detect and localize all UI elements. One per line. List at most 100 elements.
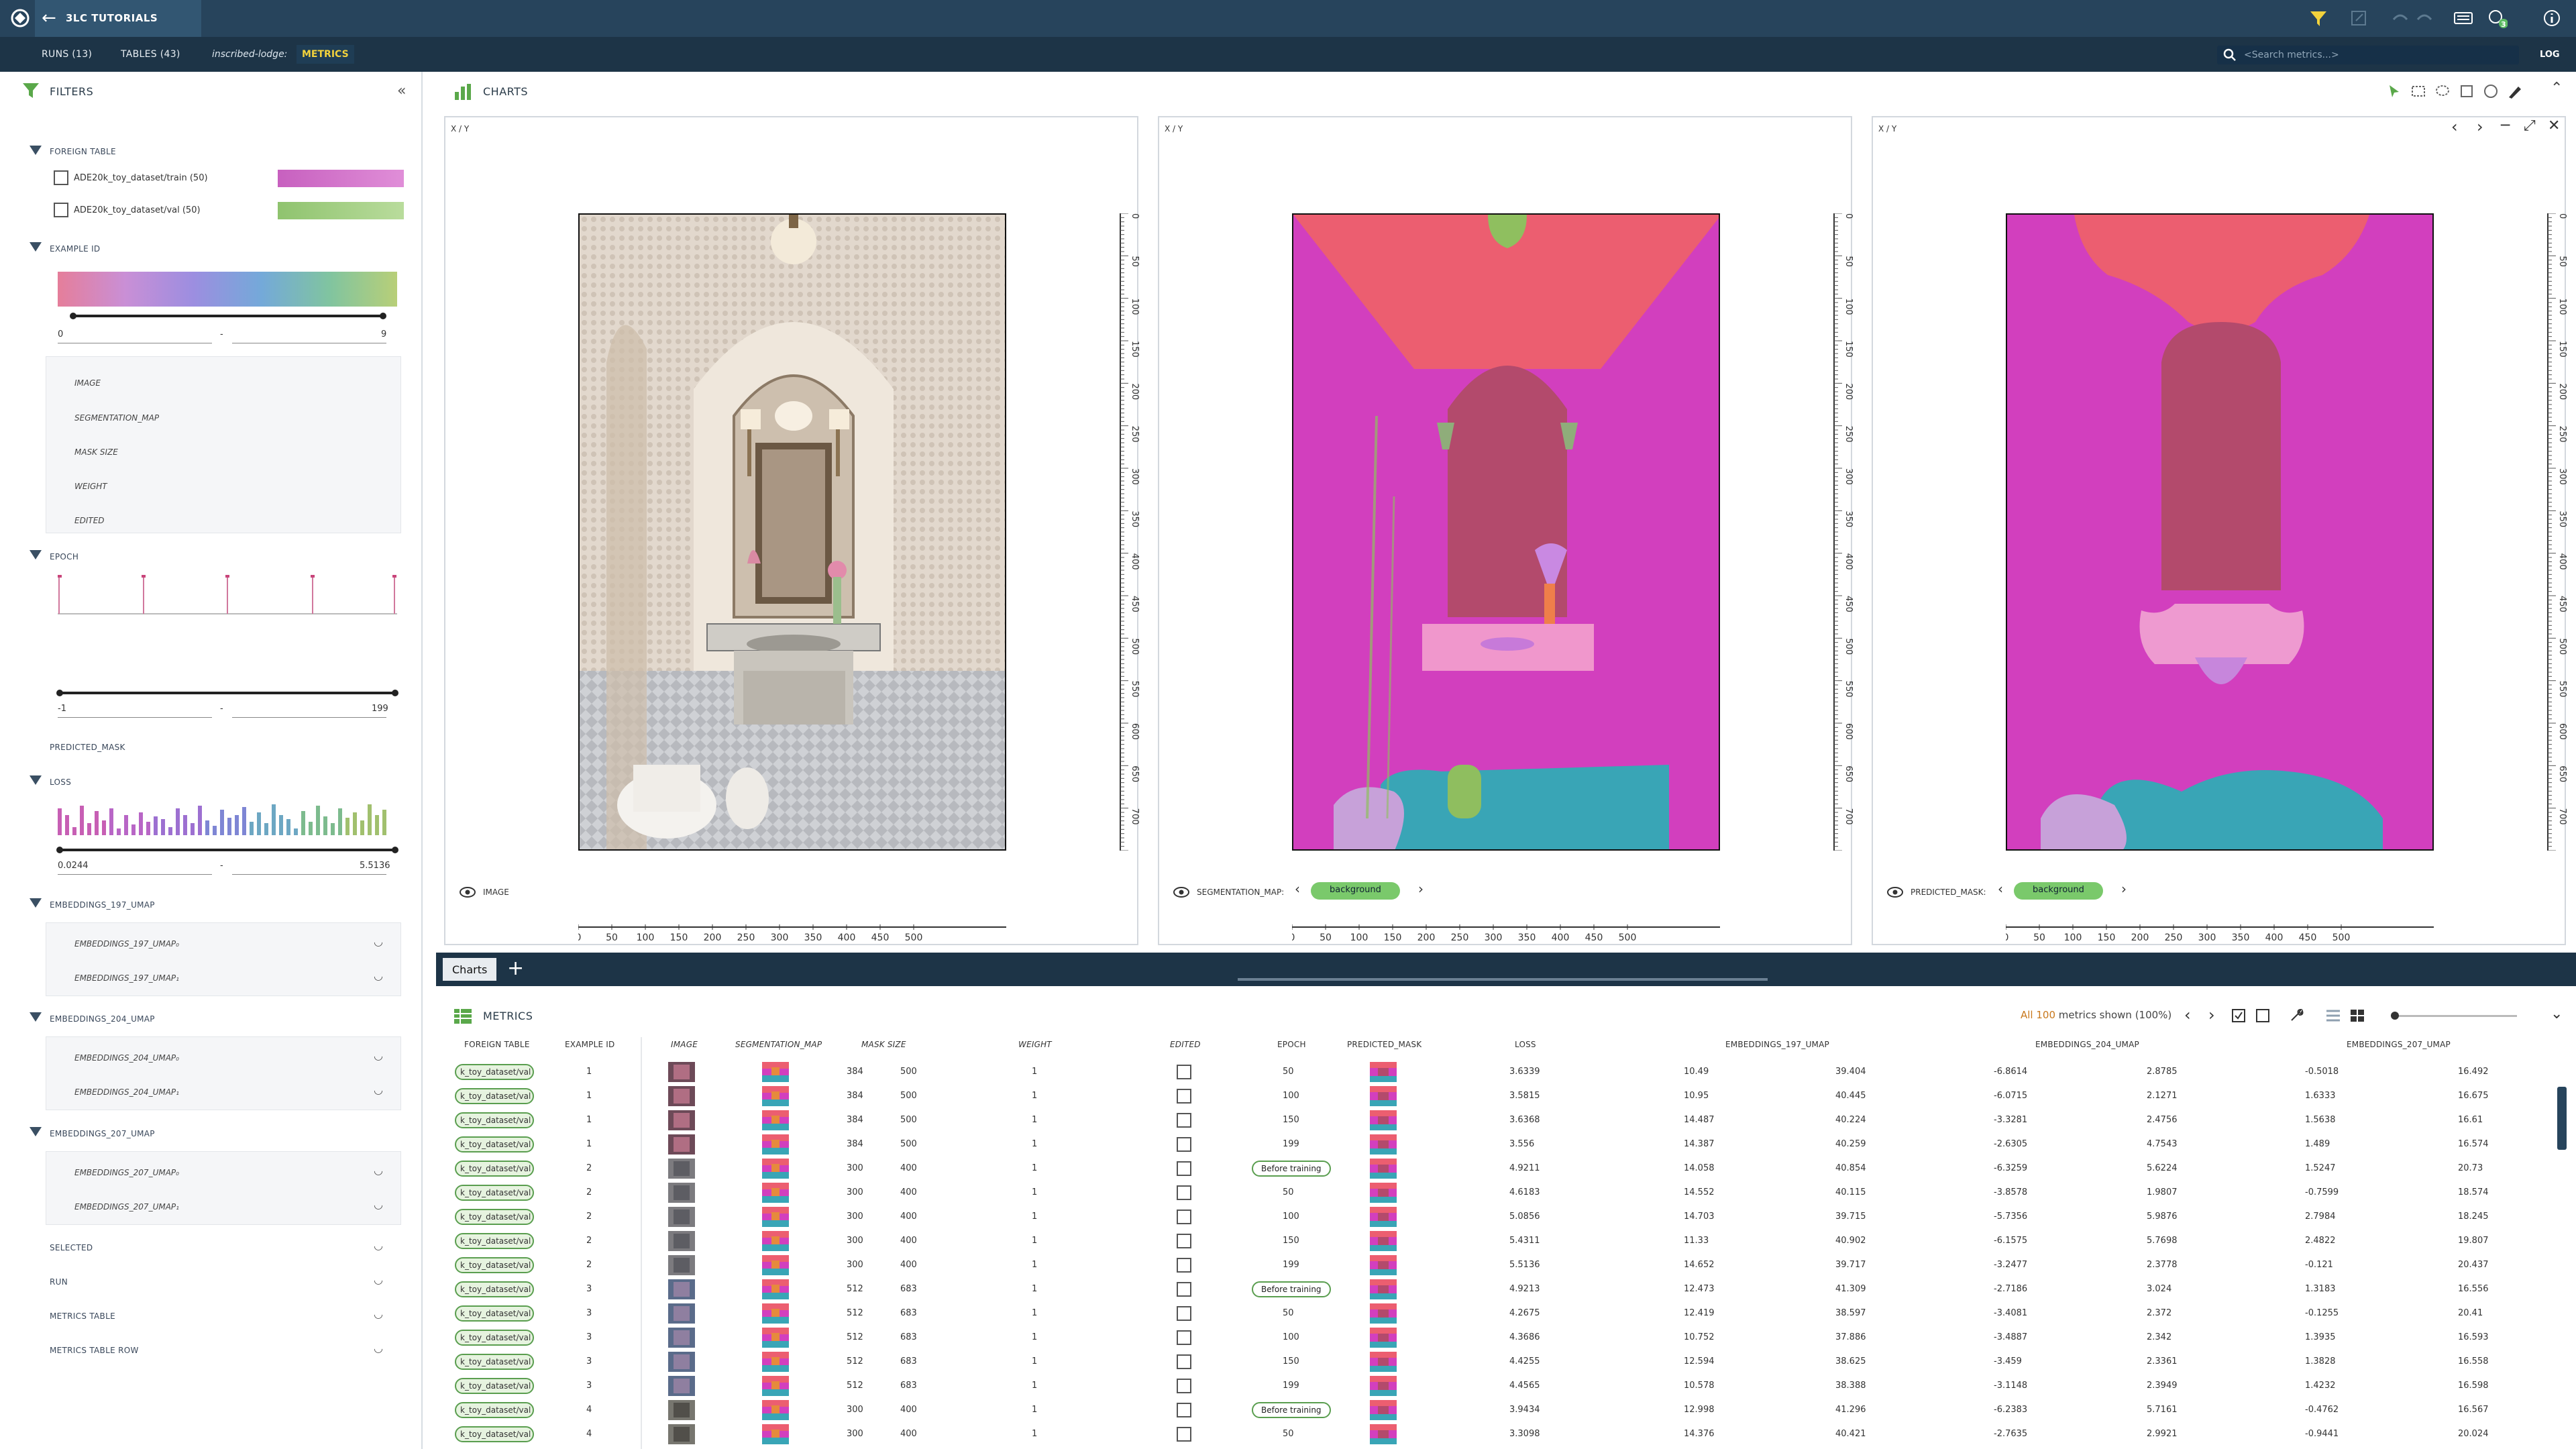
class-pill[interactable]: background: [2014, 882, 2103, 900]
list-view-icon[interactable]: [2325, 1008, 2341, 1023]
epoch-slider-max-handle[interactable]: [392, 690, 398, 696]
maximize-icon[interactable]: ⤢: [2524, 117, 2536, 134]
table-row[interactable]: k_toy_dataset/val 2 300 400 1 150 5.4311 11.33 4…: [443, 1229, 2549, 1253]
edited-checkbox[interactable]: [1177, 1354, 1191, 1369]
image-thumbnail[interactable]: [668, 1183, 695, 1203]
project-name[interactable]: 3LC TUTORIALS: [66, 12, 158, 24]
edited-checkbox[interactable]: [1177, 1330, 1191, 1345]
edited-checkbox[interactable]: [1177, 1113, 1191, 1128]
segmentation-map-thumbnail[interactable]: [762, 1086, 789, 1106]
zoom-slider-handle[interactable]: [2391, 1012, 2399, 1020]
minimize-icon[interactable]: ─: [2501, 117, 2510, 134]
edited-checkbox[interactable]: [1177, 1234, 1191, 1248]
undo-icon[interactable]: [2390, 7, 2411, 29]
image-thumbnail[interactable]: [668, 1134, 695, 1155]
example-id-slider-track[interactable]: [72, 315, 382, 317]
metrics-table-filter-label[interactable]: METRICS TABLE: [50, 1311, 115, 1321]
segmentation-map-thumbnail[interactable]: [762, 1062, 789, 1082]
log-button[interactable]: LOG: [2540, 50, 2560, 60]
metrics-table-row-filter-label[interactable]: METRICS TABLE ROW: [50, 1346, 139, 1355]
table-row[interactable]: k_toy_dataset/val 2 300 400 1 199 5.5136 14.652…: [443, 1253, 2549, 1277]
example-id-min-value[interactable]: 0: [58, 329, 63, 339]
foreign-table-badge[interactable]: k_toy_dataset/val: [455, 1378, 534, 1394]
foreign-table-badge[interactable]: k_toy_dataset/val: [455, 1161, 534, 1177]
foreign-table-badge[interactable]: k_toy_dataset/val: [455, 1305, 534, 1322]
edited-checkbox[interactable]: [1177, 1403, 1191, 1417]
next-class-arrow-icon[interactable]: ›: [1418, 881, 1424, 897]
segmentation-map-thumbnail[interactable]: [762, 1159, 789, 1179]
chevron-down-icon[interactable]: ◡: [374, 969, 383, 982]
foreign-table-badge[interactable]: k_toy_dataset/val: [455, 1185, 534, 1201]
collapse-charts-icon[interactable]: ⌃: [2551, 80, 2563, 97]
chevron-down-icon[interactable]: ◡: [374, 1273, 383, 1286]
box-select-icon[interactable]: [2458, 83, 2475, 100]
image-thumbnail[interactable]: [668, 1328, 695, 1348]
segmentation-map-thumbnail[interactable]: [762, 1183, 789, 1203]
foreign-table-badge[interactable]: k_toy_dataset/val: [455, 1088, 534, 1104]
zoom-slider[interactable]: [2392, 1015, 2517, 1017]
circle-select-icon[interactable]: [2482, 83, 2500, 100]
rect-select-icon[interactable]: [2410, 83, 2427, 100]
image-thumbnail[interactable]: [668, 1062, 695, 1082]
prev-arrow-icon[interactable]: ‹: [2451, 117, 2458, 136]
epoch-min-value[interactable]: -1: [58, 704, 66, 714]
image-thumbnail[interactable]: [668, 1110, 695, 1130]
chevron-down-icon[interactable]: ◡: [374, 1083, 383, 1096]
foreign-table-badge[interactable]: k_toy_dataset/val: [455, 1064, 534, 1080]
predicted-mask-thumbnail[interactable]: [1370, 1207, 1397, 1227]
filter-pin-icon[interactable]: [2308, 7, 2329, 29]
chevron-down-icon[interactable]: ◡: [374, 1049, 383, 1062]
next-class-arrow-icon[interactable]: ›: [2121, 881, 2127, 897]
table-row[interactable]: k_toy_dataset/val 2 300 400 1 50 4.6183 14.552 4…: [443, 1181, 2549, 1205]
epoch-slider-track[interactable]: [59, 692, 394, 694]
image-thumbnail[interactable]: [668, 1231, 695, 1251]
lasso-select-icon[interactable]: [2434, 83, 2451, 100]
predicted-mask-thumbnail[interactable]: [1370, 1303, 1397, 1324]
column-filter-mask-size[interactable]: MASK SIZE: [74, 447, 118, 457]
table-row[interactable]: k_toy_dataset/val 3 512 683 1 150 4.4255 12.594…: [443, 1350, 2549, 1374]
next-page-arrow-icon[interactable]: ›: [2208, 1006, 2215, 1024]
embeddings-197-umap-0-filter[interactable]: EMBEDDINGS_197_UMAP₀: [74, 939, 179, 949]
column-header-edited[interactable]: EDITED: [1170, 1040, 1201, 1049]
run-filter-label[interactable]: RUN: [50, 1277, 68, 1287]
segmentation-map-thumbnail[interactable]: [762, 1207, 789, 1227]
table-row[interactable]: k_toy_dataset/val 1 384 500 1 50 3.6339 10.49 39…: [443, 1060, 2549, 1084]
predicted-mask-filter-label[interactable]: PREDICTED_MASK: [50, 743, 125, 752]
column-header-loss[interactable]: LOSS: [1515, 1040, 1536, 1049]
predicted-mask-thumbnail[interactable]: [1370, 1424, 1397, 1444]
column-header-embeddings-204[interactable]: EMBEDDINGS_204_UMAP: [2035, 1040, 2139, 1049]
eye-icon[interactable]: [1173, 886, 1190, 898]
predicted-mask-thumbnail[interactable]: [1370, 1159, 1397, 1179]
table-row[interactable]: k_toy_dataset/val 1 384 500 1 150 3.6368 14.487…: [443, 1108, 2549, 1132]
edited-checkbox[interactable]: [1177, 1137, 1191, 1152]
predicted-mask-image[interactable]: [2006, 213, 2434, 851]
chevron-down-icon[interactable]: ◡: [374, 1239, 383, 1252]
foreign-table-badge[interactable]: k_toy_dataset/val: [455, 1233, 534, 1249]
foreign-table-badge[interactable]: k_toy_dataset/val: [455, 1209, 534, 1225]
tab-metrics[interactable]: METRICS: [297, 45, 354, 64]
expand-triangle-icon[interactable]: [30, 146, 42, 155]
select-all-icon[interactable]: [2231, 1008, 2246, 1023]
predicted-mask-thumbnail[interactable]: [1370, 1352, 1397, 1372]
previous-class-arrow-icon[interactable]: ‹: [1998, 881, 2003, 897]
loss-slider-min-handle[interactable]: [56, 847, 63, 853]
deselect-icon[interactable]: [2255, 1008, 2270, 1023]
foreign-table-badge[interactable]: k_toy_dataset/val: [455, 1136, 534, 1152]
expand-triangle-icon[interactable]: [30, 1127, 42, 1136]
example-id-slider-max-handle[interactable]: [380, 313, 386, 319]
expand-triangle-icon[interactable]: [30, 1012, 42, 1022]
segmentation-map-thumbnail[interactable]: [762, 1376, 789, 1396]
edited-checkbox[interactable]: [1177, 1161, 1191, 1176]
close-icon[interactable]: ✕: [2548, 117, 2560, 134]
image-thumbnail[interactable]: [668, 1352, 695, 1372]
bathroom-image[interactable]: [578, 213, 1006, 851]
tab-charts[interactable]: Charts: [443, 958, 497, 981]
table-row[interactable]: k_toy_dataset/val 3 512 683 1 50 4.2675 12.419 3…: [443, 1301, 2549, 1326]
keyboard-icon[interactable]: [2453, 7, 2474, 29]
embeddings-204-umap-0-filter[interactable]: EMBEDDINGS_204_UMAP₀: [74, 1053, 179, 1063]
search-metrics-field[interactable]: <Search metrics...>: [2217, 46, 2519, 64]
previous-class-arrow-icon[interactable]: ‹: [1295, 881, 1300, 897]
embeddings-204-umap-1-filter[interactable]: EMBEDDINGS_204_UMAP₁: [74, 1087, 179, 1097]
expand-triangle-icon[interactable]: [30, 242, 42, 252]
edited-checkbox[interactable]: [1177, 1282, 1191, 1297]
